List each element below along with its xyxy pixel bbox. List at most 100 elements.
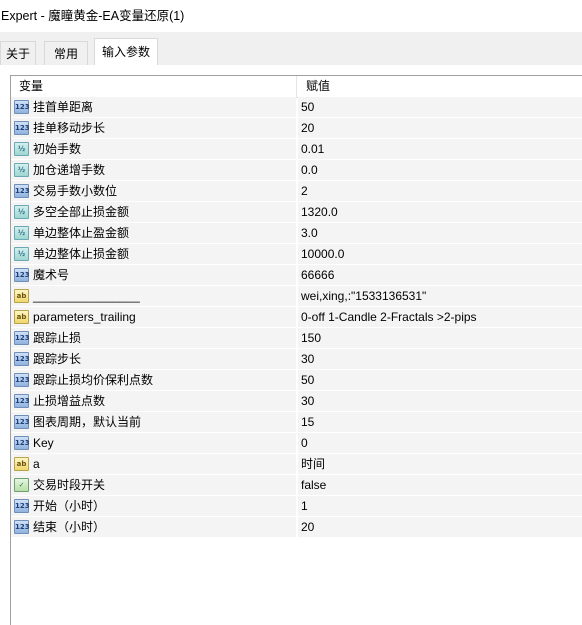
variable-value[interactable]: 66666 [301, 265, 334, 285]
int-icon: 123 [14, 331, 30, 345]
variable-name: 跟踪止损均价保利点数 [33, 373, 154, 387]
variable-name: 魔术号 [33, 268, 70, 282]
grid-rows: 123 挂首单距离 50 123 挂单移动步长 20 ½ 初始手数 0.01 ½ 加仓递增手数 0.0… [11, 97, 582, 538]
value-cell[interactable] [298, 349, 582, 369]
int-icon: 123 [14, 100, 30, 114]
variable-value[interactable]: 0.0 [301, 160, 318, 180]
table-row[interactable]: ½ 加仓递增手数 0.0 [11, 160, 582, 181]
table-row[interactable]: 123 交易手数小数位 2 [11, 181, 582, 202]
parameters-grid: 变量 赋值 123 挂首单距离 50 123 挂单移动步长 20 ½ 初始手数 0.01 ½ 加仓递… [10, 75, 582, 625]
table-row[interactable]: ½ 单边整体止盈金额 3.0 [11, 223, 582, 244]
value-cell[interactable] [298, 475, 582, 495]
table-row[interactable]: 123 跟踪止损均价保利点数 50 [11, 370, 582, 391]
variable-name: 加仓递增手数 [33, 163, 106, 177]
variable-value[interactable]: 50 [301, 370, 314, 390]
value-cell[interactable] [298, 97, 582, 117]
tab-input-parameters[interactable]: 输入参数 [94, 38, 158, 66]
value-cell[interactable] [298, 517, 582, 537]
table-row[interactable]: ½ 单边整体止损金额 10000.0 [11, 244, 582, 265]
table-row[interactable]: ½ 初始手数 0.01 [11, 139, 582, 160]
table-row[interactable]: 123 挂首单距离 50 [11, 97, 582, 118]
variable-value[interactable]: 0.01 [301, 139, 324, 159]
variable-name: Key [33, 436, 54, 450]
value-cell[interactable] [298, 139, 582, 159]
int-icon: 123 [14, 121, 30, 135]
variable-value[interactable]: 50 [301, 97, 314, 117]
table-row[interactable]: 123 跟踪步长 30 [11, 349, 582, 370]
int-icon: 123 [14, 415, 30, 429]
value-cell[interactable] [298, 223, 582, 243]
table-row[interactable]: ab a 时间 [11, 454, 582, 475]
tab-bar: 关于 常用 输入参数 [0, 32, 582, 66]
table-row[interactable]: ✓ 交易时段开关 false [11, 475, 582, 496]
table-row[interactable]: 123 止损增益点数 30 [11, 391, 582, 412]
variable-name: 跟踪步长 [33, 352, 82, 366]
double-icon: ½ [14, 142, 29, 156]
column-header-value[interactable]: 赋值 [306, 76, 330, 97]
variable-name: 止损增益点数 [33, 394, 106, 408]
variable-cell [11, 433, 296, 453]
int-icon: 123 [14, 268, 30, 282]
variable-value[interactable]: 10000.0 [301, 244, 344, 264]
variable-value[interactable]: false [301, 475, 326, 495]
table-row[interactable]: 123 魔术号 66666 [11, 265, 582, 286]
variable-name: 多空全部止损金额 [33, 205, 130, 219]
variable-name: 交易时段开关 [33, 478, 106, 492]
variable-value[interactable]: 30 [301, 391, 314, 411]
table-row[interactable]: ab ________________ wei,xing,:"1533136531" [11, 286, 582, 307]
value-cell[interactable] [298, 496, 582, 516]
variable-name: a [33, 457, 40, 471]
column-header-variable[interactable]: 变量 [19, 76, 43, 97]
variable-value[interactable]: 15 [301, 412, 314, 432]
variable-name: 图表周期，默认当前 [33, 415, 142, 429]
value-cell[interactable] [298, 328, 582, 348]
value-cell[interactable] [298, 202, 582, 222]
tab-about[interactable]: 关于 [0, 41, 36, 65]
variable-value[interactable]: 1320.0 [301, 202, 338, 222]
variable-value[interactable]: wei,xing,:"1533136531" [301, 286, 426, 306]
table-row[interactable]: 123 Key 0 [11, 433, 582, 454]
table-row[interactable]: 123 跟踪止损 150 [11, 328, 582, 349]
variable-cell [11, 454, 296, 474]
variable-value[interactable]: 30 [301, 349, 314, 369]
value-cell[interactable] [298, 118, 582, 138]
variable-name: 挂首单距离 [33, 100, 94, 114]
variable-value[interactable]: 2 [301, 181, 308, 201]
variable-value[interactable]: 1 [301, 496, 308, 516]
variable-value[interactable]: 3.0 [301, 223, 318, 243]
variable-name: 单边整体止盈金额 [33, 226, 130, 240]
table-row[interactable]: 123 开始（小时） 1 [11, 496, 582, 517]
variable-value[interactable]: 0 [301, 433, 308, 453]
string-icon: ab [14, 457, 29, 471]
int-icon: 123 [14, 373, 30, 387]
variable-value[interactable]: 20 [301, 517, 314, 537]
table-row[interactable]: 123 图表周期，默认当前 15 [11, 412, 582, 433]
table-row[interactable]: ab parameters_trailing 0-off 1-Candle 2-Fr… [11, 307, 582, 328]
variable-value[interactable]: 0-off 1-Candle 2-Fractals >2-pips [301, 307, 477, 327]
table-row[interactable]: ½ 多空全部止损金额 1320.0 [11, 202, 582, 223]
value-cell[interactable] [298, 454, 582, 474]
int-icon: 123 [14, 499, 30, 513]
value-cell[interactable] [298, 433, 582, 453]
value-cell[interactable] [298, 412, 582, 432]
window-title: Expert - 魔瞳黄金-EA变量还原(1) [1, 9, 185, 23]
int-icon: 123 [14, 520, 30, 534]
value-cell[interactable] [298, 391, 582, 411]
variable-name: 开始（小时） [33, 499, 106, 513]
variable-value[interactable]: 150 [301, 328, 321, 348]
tab-common[interactable]: 常用 [44, 41, 88, 65]
variable-value[interactable]: 20 [301, 118, 314, 138]
variable-name: 单边整体止损金额 [33, 247, 130, 261]
variable-value[interactable]: 时间 [301, 454, 325, 474]
variable-name: parameters_trailing [33, 310, 136, 324]
value-cell[interactable] [298, 265, 582, 285]
value-cell[interactable] [298, 370, 582, 390]
value-cell[interactable] [298, 160, 582, 180]
table-row[interactable]: 123 结束（小时） 20 [11, 517, 582, 538]
column-divider[interactable] [296, 76, 297, 97]
int-icon: 123 [14, 184, 30, 198]
int-icon: 123 [14, 352, 30, 366]
double-icon: ½ [14, 163, 29, 177]
value-cell[interactable] [298, 181, 582, 201]
table-row[interactable]: 123 挂单移动步长 20 [11, 118, 582, 139]
